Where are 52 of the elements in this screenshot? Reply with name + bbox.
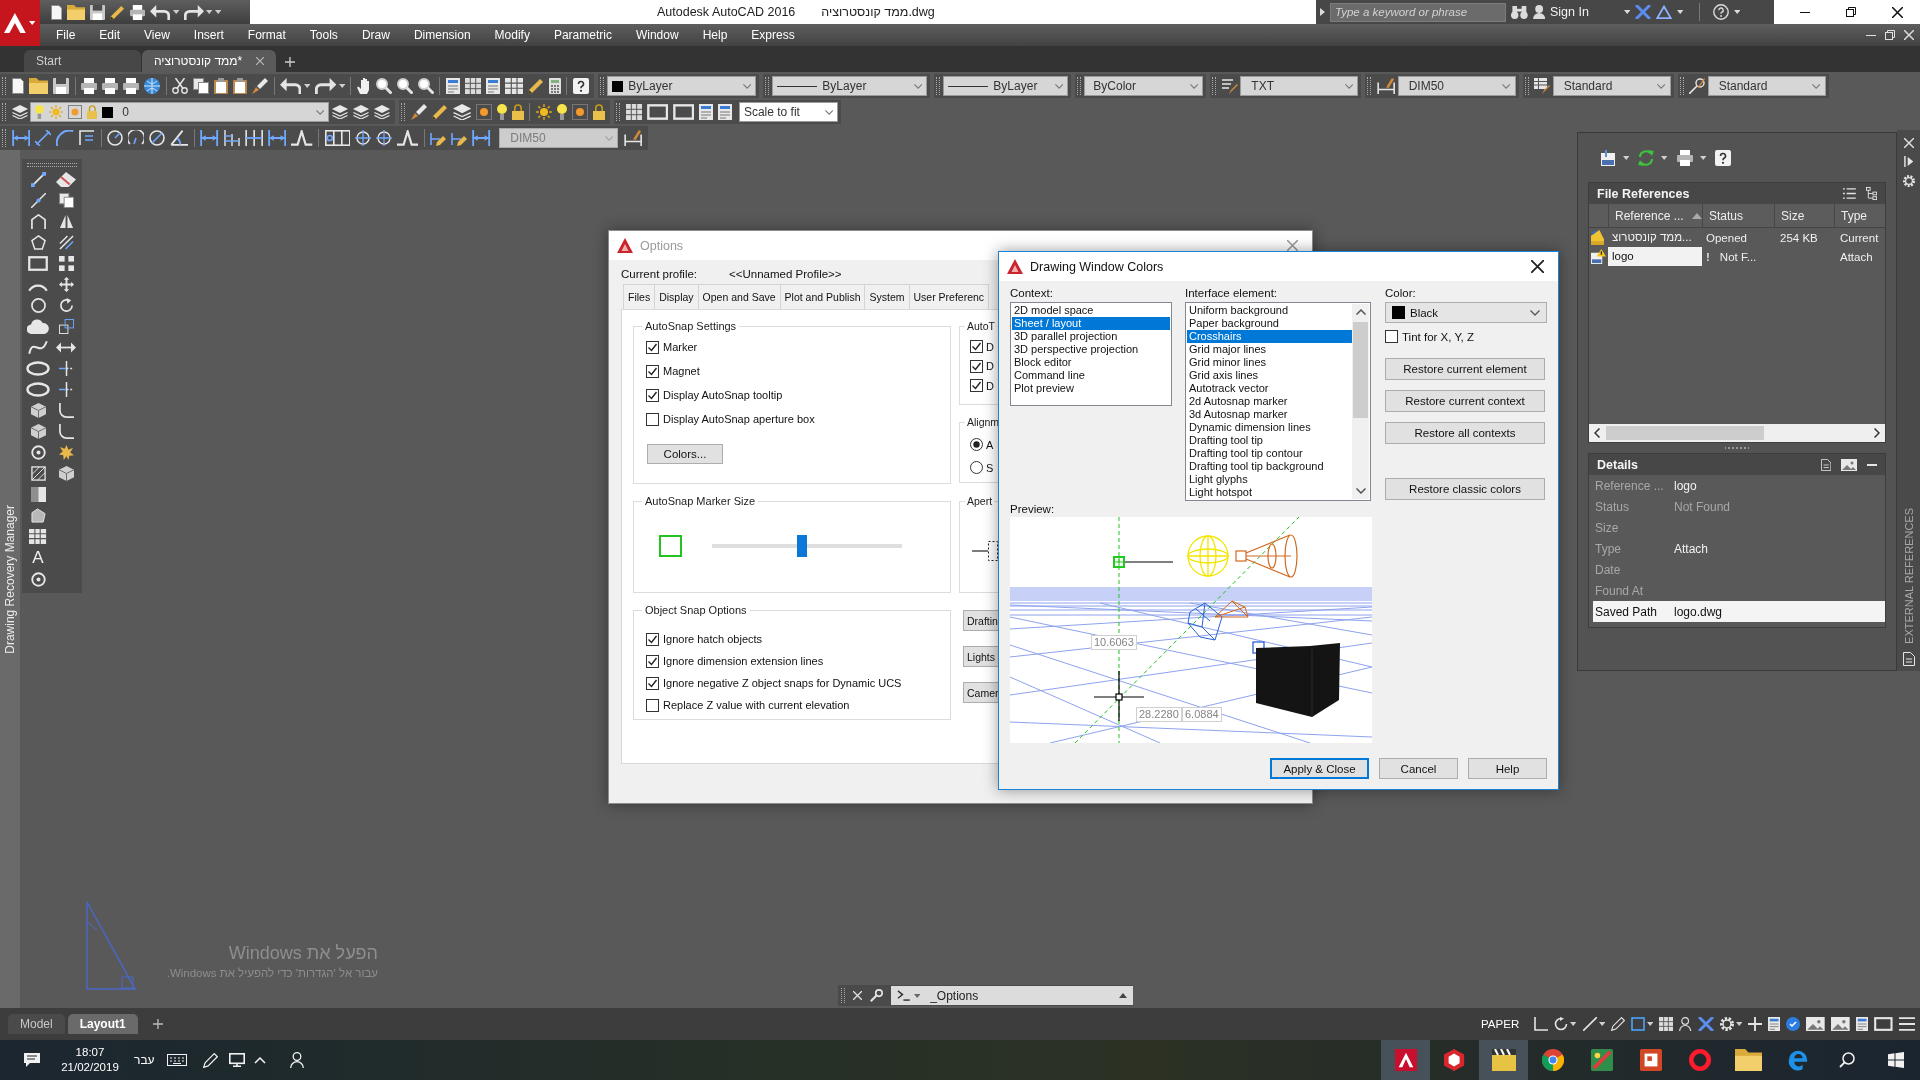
detail-value: logo.dwg [1674, 604, 1723, 619]
field-label: Context: [1010, 286, 1053, 301]
file-name: ממד קונסטרוציה.dwg [821, 5, 935, 19]
table-cell: Opened [1706, 231, 1747, 244]
checkbox-label: D [986, 379, 994, 392]
checkbox-label: Magnet [663, 365, 700, 377]
warning-mark: ! [1706, 250, 1710, 263]
detail-label: Found At [1595, 583, 1645, 598]
radio-label: A [986, 438, 994, 451]
checkbox-label: Ignore negative Z object snaps for Dynamic UCS [663, 677, 902, 689]
pane-title: File References [1597, 186, 1691, 201]
dimension-value: 28.2280 [1136, 707, 1182, 722]
table-cell-text: Current [1839, 231, 1880, 244]
detail-label: Date [1595, 562, 1622, 577]
table-cell-text: Attach [1839, 250, 1874, 263]
table-cell-text: 254 KB [1779, 231, 1819, 244]
field-label: Color: [1385, 286, 1416, 301]
radio-label: S [986, 461, 994, 474]
checkbox-label: Marker [663, 341, 698, 353]
field-label: Interface element: [1185, 286, 1278, 301]
detail-label: Saved Path [1595, 604, 1659, 619]
checkbox-label: Ignore dimension extension lines [663, 655, 824, 667]
checkbox-label: D [986, 340, 994, 353]
checkbox-label: Replace Z value with current elevation [663, 699, 850, 711]
detail-label: Type [1595, 541, 1622, 556]
detail-value: Not Found [1674, 499, 1731, 514]
group-title: AutoT [965, 320, 997, 333]
group-title: AutoSnap Settings [642, 320, 740, 333]
checkbox-label: Display AutoSnap tooltip [663, 389, 783, 401]
palette-title: EXTERNAL REFERENCES [1902, 508, 1915, 644]
window-title: Autodesk AutoCAD 2016 [657, 5, 796, 19]
detail-value: logo [1674, 478, 1697, 493]
detail-label: Status [1595, 499, 1631, 514]
dialog-title: Options [640, 238, 684, 253]
pane-title: Details [1597, 457, 1639, 472]
detail-label: Reference ... [1595, 478, 1665, 493]
checkbox-label: Display AutoSnap aperture box [663, 413, 815, 425]
group-title: Apert [965, 495, 995, 508]
detail-label: Size [1595, 520, 1620, 535]
checkbox-label: Tint for X, Y, Z [1402, 330, 1474, 343]
checkbox-label: Ignore hatch objects [663, 633, 763, 645]
checkbox-label: D [986, 360, 994, 373]
detail-value: Attach [1674, 541, 1709, 556]
profile-name: <<Unnamed Profile>> [729, 268, 842, 280]
table-cell: Not F... [1719, 250, 1757, 263]
group-title: Object Snap Options [642, 604, 750, 617]
field-label: Preview: [1010, 502, 1055, 517]
field-label: Current profile: [621, 268, 699, 280]
dialog-title: Drawing Window Colors [1030, 259, 1164, 274]
dimension-value: 10.6063 [1091, 635, 1137, 650]
dimension-value: 6.0884 [1182, 707, 1222, 722]
group-title: AutoSnap Marker Size [642, 495, 759, 508]
